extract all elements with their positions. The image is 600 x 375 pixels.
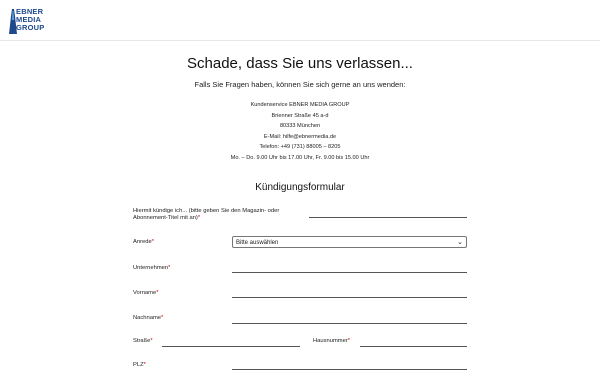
ebner-media-group-logo[interactable]: EBNER MEDIA GROUP: [8, 8, 48, 34]
magazine-input[interactable]: [309, 217, 467, 218]
form-title: Kündigungsformular: [255, 182, 345, 193]
logo-wordmark: EBNER MEDIA GROUP: [16, 7, 45, 32]
contact-email[interactable]: E-Mail: hilfe@ebnermedia.de: [0, 132, 600, 143]
plz-label: PLZ*: [133, 362, 146, 368]
contact-city: 80333 München: [279, 123, 321, 129]
strasse-label: Straße*: [133, 338, 153, 344]
unternehmen-label: Unternehmen*: [133, 265, 171, 271]
unternehmen-input[interactable]: [232, 272, 467, 273]
nachname-label: Nachname*: [133, 315, 164, 321]
strasse-input[interactable]: [162, 346, 300, 347]
contact-company: Kundenservice EBNER MEDIA GROUP: [250, 102, 350, 108]
contact-block: Kundenservice EBNER MEDIA GROUP Brienner…: [0, 100, 600, 163]
anrede-label: Anrede*: [133, 239, 154, 245]
contact-street: Brienner Straße 45 a-d: [271, 112, 329, 119]
anrede-select[interactable]: Bitte auswählen ⌄: [232, 236, 467, 248]
nachname-input[interactable]: [232, 323, 467, 324]
hausnummer-label: Hausnummer*: [313, 338, 351, 344]
contact-hours: Mo. – Do. 9.00 Uhr bis 17.00 Uhr, Fr. 9.…: [230, 154, 370, 161]
page-subtitle: Falls Sie Fragen haben, können Sie sich …: [194, 80, 406, 89]
vorname-label: Vorname*: [133, 290, 159, 296]
chevron-down-icon: ⌄: [457, 239, 463, 246]
contact-phone[interactable]: Telefon: +49 (731) 88005 – 8205: [0, 142, 600, 153]
page-title: Schade, dass Sie uns verlassen...: [187, 55, 413, 72]
vorname-input[interactable]: [232, 297, 467, 298]
hausnummer-input[interactable]: [360, 346, 467, 347]
plz-input[interactable]: [232, 369, 467, 370]
magazine-label: Hiermit kündige ich... (bitte geben Sie …: [133, 208, 280, 221]
site-header: EBNER MEDIA GROUP: [0, 0, 600, 41]
